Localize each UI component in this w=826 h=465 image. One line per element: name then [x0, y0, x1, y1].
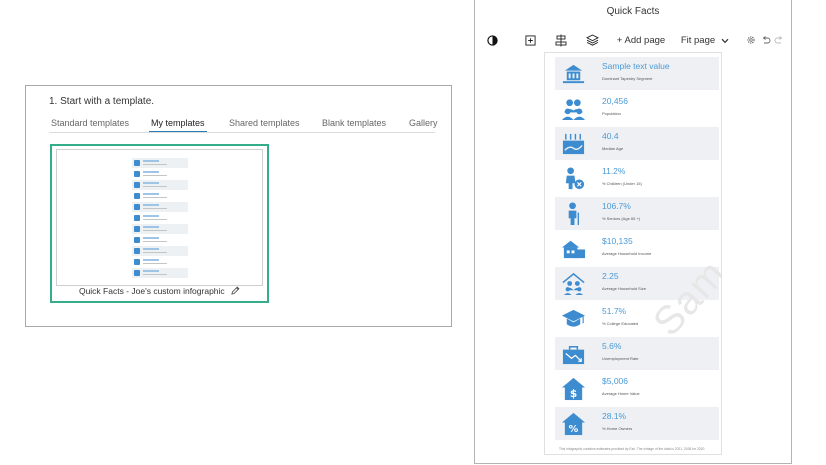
stat-label: Unemployment Rate [602, 356, 639, 361]
house-income-icon [561, 240, 586, 259]
stat-row-tapestry[interactable]: Sample text value Dominant Tapestry Segm… [555, 57, 719, 90]
contrast-icon[interactable] [485, 30, 499, 50]
stat-value: 5.6% [602, 341, 622, 351]
tabs-divider [49, 132, 435, 133]
stat-row-population[interactable]: 20,456 Population [555, 92, 719, 125]
tab-blank-templates[interactable]: Blank templates [322, 118, 386, 128]
align-icon[interactable] [553, 30, 569, 50]
tab-my-templates[interactable]: My templates [149, 118, 207, 133]
stat-value: 40.4 [602, 131, 619, 141]
stat-label: Average Household Size [602, 286, 646, 291]
thumbnail-row [132, 213, 188, 223]
stat-value: 11.2% [602, 166, 626, 176]
add-element-icon[interactable] [523, 30, 537, 50]
home-dollar-icon: $ [561, 377, 586, 400]
zoom-label: Fit page [680, 34, 716, 46]
stat-row-unemployment[interactable]: 5.6% Unemployment Rate [555, 337, 719, 370]
edit-pencil-icon[interactable] [231, 286, 240, 297]
briefcase-decline-icon [562, 346, 585, 365]
svg-text:$: $ [570, 388, 577, 400]
building-icon [562, 64, 585, 84]
stat-row-seniors[interactable]: 106.7% % Seniors (Age 65 +) [555, 197, 719, 230]
stat-value: 28.1% [602, 411, 627, 421]
template-card[interactable]: Quick Facts - Joe's custom infographic [50, 144, 269, 303]
people-icon [561, 99, 586, 121]
infographic-page[interactable]: Sample text value Dominant Tapestry Segm… [544, 52, 722, 455]
thumbnail-row [132, 191, 188, 201]
calendar-chart-icon [562, 133, 585, 155]
thumbnail-row [132, 158, 188, 168]
viewer-toolbar: + Add page Fit page [475, 30, 791, 50]
stat-value: $10,135 [602, 236, 633, 246]
stat-label: % College Educated [602, 321, 639, 326]
step-title: 1. Start with a template. [49, 96, 155, 107]
stat-label: % Home Owners [602, 426, 633, 431]
stat-row-household-income[interactable]: $10,135 Average Household Income [555, 232, 719, 265]
stat-row-household-size[interactable]: 2.25 Average Household Size [555, 267, 719, 300]
tab-shared-templates[interactable]: Shared templates [229, 118, 300, 128]
stat-label: % Children (Under 15) [602, 181, 642, 186]
thumbnail-row [132, 224, 188, 234]
thumbnail-row [132, 235, 188, 245]
undo-icon[interactable] [760, 30, 772, 50]
stat-label: Population [602, 111, 621, 116]
thumbnail-preview [132, 158, 188, 279]
stat-label: Median Age [602, 146, 624, 151]
stat-label: % Seniors (Age 65 +) [602, 216, 641, 221]
template-picker-panel: 1. Start with a template. Standard templ… [25, 85, 452, 327]
stat-value: 2.25 [602, 271, 619, 281]
data-footnote: This infographic contains estimates prov… [559, 447, 706, 451]
redo-icon[interactable] [773, 30, 785, 50]
viewer-title: Quick Facts [606, 6, 660, 17]
stat-label: Average Home Value [602, 391, 640, 396]
gear-icon[interactable] [745, 30, 757, 50]
graduation-cap-icon [561, 309, 586, 327]
zoom-select[interactable]: Fit page [679, 30, 731, 50]
stat-label: Average Household Income [602, 251, 652, 256]
thumbnail-row [132, 202, 188, 212]
thumbnail-row [132, 180, 188, 190]
template-thumbnail [56, 149, 263, 286]
stat-row-home-owners[interactable]: % 28.1% % Home Owners [555, 407, 719, 440]
template-card-caption: Quick Facts - Joe's custom infographic [52, 286, 267, 297]
tab-gallery[interactable]: Gallery [409, 118, 438, 128]
template-name: Quick Facts - Joe's custom infographic [78, 286, 225, 296]
stat-value: 20,456 [602, 96, 628, 106]
stat-label: Dominant Tapestry Segment [602, 76, 653, 81]
thumbnail-row [132, 268, 188, 278]
senior-icon [568, 202, 579, 226]
thumbnail-row [132, 169, 188, 179]
template-tabs: Standard templates My templates Shared t… [51, 118, 438, 133]
infographic-viewer: Quick Facts + Add page Fit page Sample t… [474, 0, 792, 464]
household-size-icon [562, 272, 585, 296]
tab-standard-templates[interactable]: Standard templates [51, 118, 129, 128]
add-page-button[interactable]: + Add page [615, 30, 667, 50]
stat-value: 51.7% [602, 306, 627, 316]
add-page-label: + Add page [616, 34, 666, 46]
stat-row-children[interactable]: 11.2% % Children (Under 15) [555, 162, 719, 195]
stat-value: $5,006 [602, 376, 628, 386]
layers-icon[interactable] [584, 30, 600, 50]
stat-row-median-age[interactable]: 40.4 Median Age [555, 127, 719, 160]
thumbnail-row [132, 246, 188, 256]
stat-value: Sample text value [602, 61, 670, 71]
stat-row-home-value[interactable]: $ $5,006 Average Home Value [555, 372, 719, 405]
child-icon [565, 167, 585, 190]
stat-row-college-educated[interactable]: 51.7% % College Educated [555, 302, 719, 335]
home-percent-icon: % [561, 412, 586, 435]
svg-text:%: % [569, 424, 579, 435]
chevron-down-icon [721, 31, 729, 49]
thumbnail-row [132, 257, 188, 267]
stat-value: 106.7% [602, 201, 631, 211]
